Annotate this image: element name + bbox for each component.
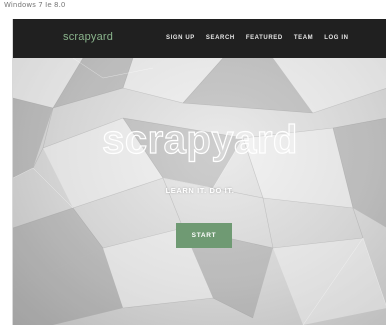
nav-links: SIGN UP SEARCH FEATURED TEAM LOG IN [166,35,349,41]
nav-link-sign-up[interactable]: SIGN UP [166,35,195,41]
nav-link-team[interactable]: TEAM [294,35,313,41]
window-caption: Windows 7 Ie 8.0 [4,1,66,9]
nav-link-search[interactable]: SEARCH [206,35,235,41]
brand-logo[interactable]: scrapyard [63,31,113,43]
nav-link-featured[interactable]: FEATURED [246,35,283,41]
hero-section: scrapyard LEARN IT. DO IT. START [13,58,386,325]
hero-tagline: LEARN IT. DO IT. [165,186,235,195]
nav-link-log-in[interactable]: LOG IN [324,35,348,41]
browser-viewport: scrapyard SIGN UP SEARCH FEATURED TEAM L… [12,19,386,325]
start-button[interactable]: START [176,223,232,248]
top-navbar: scrapyard SIGN UP SEARCH FEATURED TEAM L… [13,19,386,58]
hero-title: scrapyard [102,117,298,162]
